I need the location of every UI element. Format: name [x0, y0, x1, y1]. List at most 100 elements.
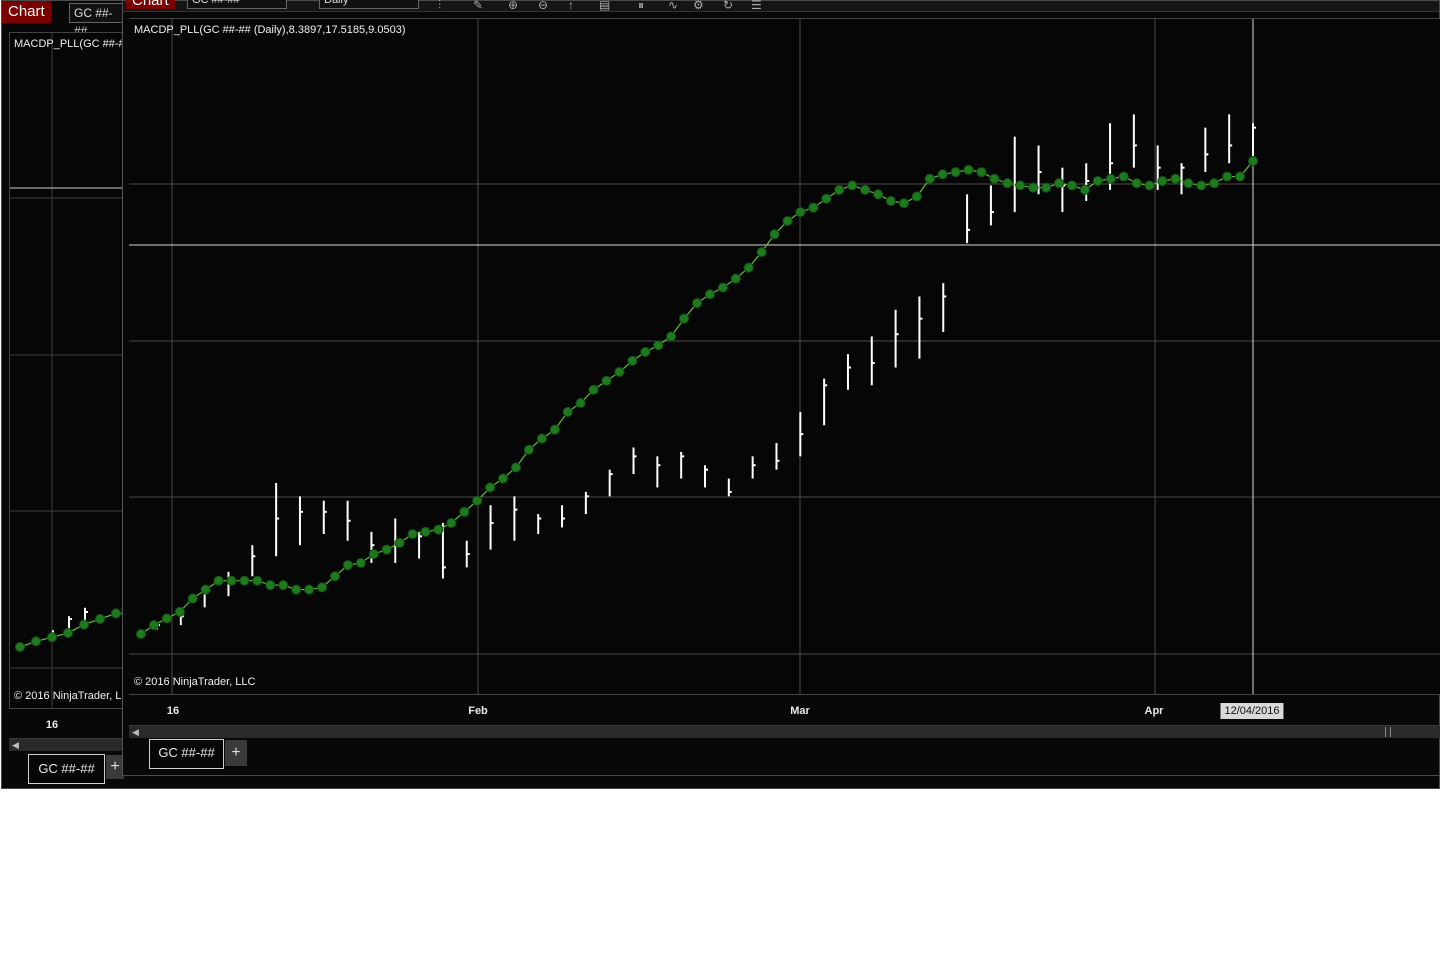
indicator-dot — [834, 184, 845, 195]
main-chart-svg — [129, 19, 1440, 694]
indicator-dot — [329, 571, 341, 582]
indicator-dot — [898, 198, 909, 209]
indicator-dot — [1170, 173, 1181, 184]
indicator-icon[interactable]: ∿ — [668, 0, 678, 11]
indicator-dot — [588, 384, 599, 395]
indicator-dot — [717, 282, 728, 293]
price-panel[interactable]: MACDP_PLL(GC ##-## (Daily),8.3897,17.518… — [129, 18, 1440, 695]
indicator-dot — [653, 340, 664, 351]
indicator-dot — [394, 537, 405, 549]
indicator-dot — [937, 169, 948, 180]
indicator-dot — [549, 424, 560, 435]
indicator-dot — [1234, 171, 1246, 182]
pause-icon[interactable]: ⏸ — [638, 0, 644, 11]
scroll-left-icon[interactable]: ◀ — [12, 740, 19, 751]
indicator-dot — [46, 632, 58, 643]
indicator-dot — [1079, 184, 1091, 195]
back-copyright: © 2016 NinjaTrader, LL — [14, 690, 127, 702]
indicator-dot — [291, 584, 302, 595]
indicator-dot — [420, 526, 431, 537]
indicator-dot — [1092, 175, 1103, 187]
bar-type-icon[interactable]: ⫶ — [438, 0, 441, 11]
instrument-selector[interactable]: GC ##-## — [187, 0, 287, 9]
indicator-dot — [769, 229, 780, 240]
indicator-dot — [1196, 180, 1207, 191]
indicator-dot — [911, 191, 922, 202]
indicator-dot — [730, 273, 741, 284]
indicator-dot — [278, 580, 289, 591]
x-tick-mar: Mar — [790, 705, 810, 717]
indicator-dot — [536, 433, 547, 444]
indicator-dot — [148, 620, 160, 631]
back-tab-instrument[interactable]: GC ##-## — [28, 754, 105, 784]
indicator-dot — [614, 366, 625, 378]
indicator-dot — [601, 375, 612, 386]
add-tab-button[interactable]: + — [225, 740, 247, 766]
indicator-dot — [265, 580, 276, 591]
properties-icon[interactable]: ☰ — [751, 0, 762, 11]
indicator-dot — [135, 628, 147, 640]
back-price-panel: MACDP_PLL(GC ##-## © 2016 NinjaTrader, L… — [9, 32, 127, 709]
scroll-thumb[interactable] — [1385, 727, 1391, 737]
indicator-dot — [808, 202, 819, 213]
indicator-dot — [94, 613, 106, 625]
indicator-dot — [1183, 178, 1194, 189]
horizontal-scrollbar[interactable]: ◀ — [129, 725, 1440, 738]
indicator-dot — [1002, 178, 1013, 189]
indicator-line — [140, 160, 1254, 635]
indicator-dot — [782, 215, 793, 227]
indicator-dot — [756, 246, 767, 258]
indicator-dot — [859, 184, 871, 195]
tab-instrument[interactable]: GC ##-## — [149, 739, 224, 769]
indicator-dot — [407, 528, 418, 540]
draw-icon[interactable]: ✎ — [473, 0, 483, 11]
indicator-dot — [666, 331, 677, 342]
indicator-dot — [976, 167, 987, 178]
zoom-in-icon[interactable]: ⊕ — [508, 0, 518, 11]
x-tick-apr: Apr — [1144, 705, 1164, 717]
indicator-dot — [446, 517, 457, 529]
indicator-dot — [1131, 178, 1142, 189]
indicator-dot — [472, 495, 483, 506]
chart-badge[interactable]: Chart — [2, 1, 51, 23]
indicator-dot — [510, 462, 522, 473]
indicator-dot — [691, 298, 703, 309]
indicator-dot — [342, 560, 353, 571]
indicator-dot — [497, 473, 509, 484]
indicator-dot — [303, 584, 315, 595]
chart-badge[interactable]: Chart — [126, 0, 175, 9]
indicator-dot — [1066, 180, 1078, 191]
indicator-dot — [226, 575, 237, 586]
instrument-selector[interactable]: GC ##-## — [69, 3, 129, 38]
indicator-dot — [213, 575, 224, 586]
back-indicator-label: MACDP_PLL(GC ##-## — [14, 38, 127, 50]
indicator-dot — [381, 544, 392, 555]
indicator-dot — [1028, 182, 1039, 193]
indicator-dot — [252, 575, 263, 586]
back-scrollbar[interactable]: ◀ — [9, 738, 125, 751]
interval-selector[interactable]: Daily — [319, 0, 419, 9]
indicator-dot — [1015, 180, 1026, 191]
strategy-icon[interactable]: ⚙ — [693, 0, 704, 11]
indicator-dot — [704, 289, 716, 300]
indicator-dot — [1105, 173, 1116, 184]
indicator-dot — [678, 313, 690, 324]
pointer-icon[interactable]: ↑ — [568, 0, 574, 11]
indicator-dot — [963, 164, 974, 175]
chart-style-icon[interactable]: ▤ — [599, 0, 610, 11]
refresh-icon[interactable]: ↻ — [723, 0, 733, 11]
copyright-label: © 2016 NinjaTrader, LLC — [134, 676, 256, 688]
indicator-dot — [30, 636, 42, 647]
indicator-dot — [174, 606, 185, 617]
indicator-dot — [627, 355, 638, 366]
indicator-dot — [575, 397, 586, 409]
zoom-out-icon[interactable]: ⊖ — [538, 0, 548, 11]
crosshair-date-label: 12/04/2016 — [1220, 703, 1284, 719]
front-chart-window: Chart GC ##-## Daily ⫶ ✎ ⊕ ⊖ ↑ ▤ ⏸ ∿ ⚙ ↻ ☰ MACDP_P… — [122, 0, 1440, 776]
indicator-dot — [368, 548, 379, 560]
back-x-tick: 16 — [45, 719, 59, 731]
back-chart-svg — [10, 33, 126, 708]
indicator-dot — [950, 167, 961, 178]
scroll-left-icon[interactable]: ◀ — [132, 727, 139, 738]
indicator-dot — [14, 641, 26, 653]
